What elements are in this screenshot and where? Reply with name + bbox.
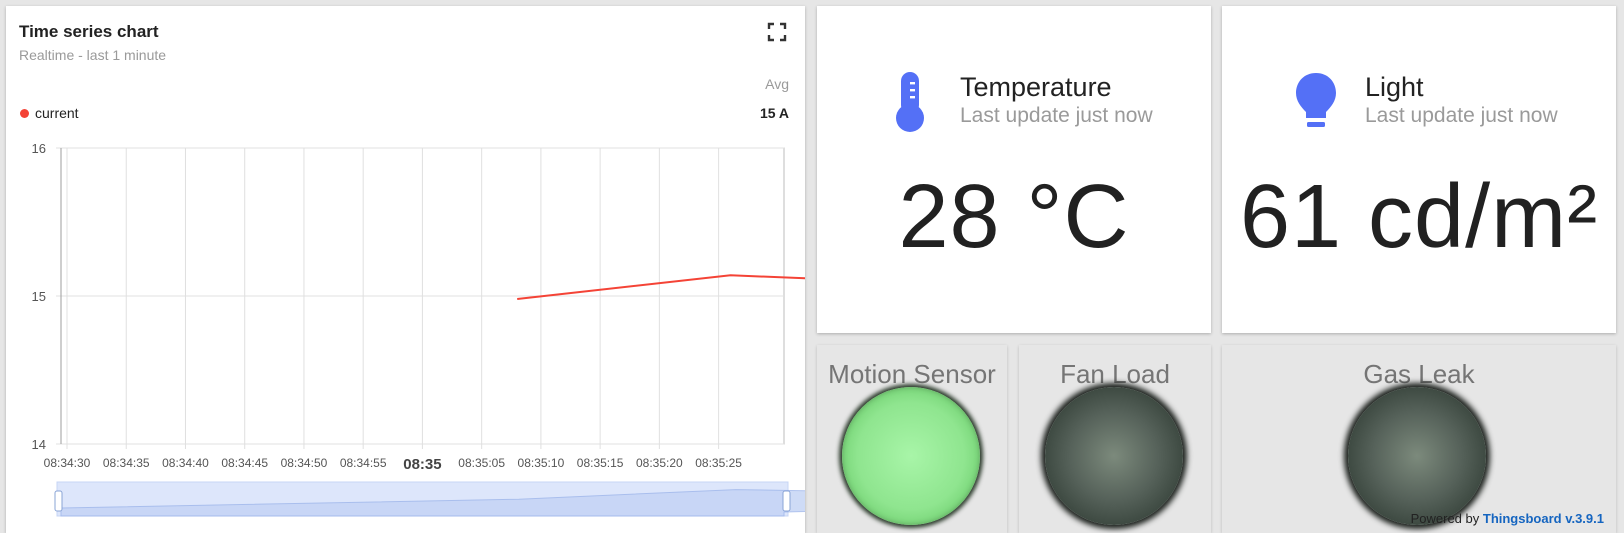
powered-by-footer: Powered by Thingsboard v.3.9.1 bbox=[1411, 511, 1604, 526]
lightbulb-icon bbox=[1294, 70, 1338, 139]
light-value: 61 cd/m² bbox=[1239, 167, 1599, 267]
y-tick-label: 16 bbox=[32, 141, 46, 156]
thingsboard-link[interactable]: Thingsboard v.3.9.1 bbox=[1483, 511, 1604, 526]
x-tick-label: 08:35:10 bbox=[518, 456, 565, 470]
y-tick-label: 15 bbox=[32, 289, 46, 304]
gas-leak-card: Gas Leak bbox=[1222, 345, 1616, 533]
light-card: Light Last update just now 61 cd/m² bbox=[1222, 6, 1616, 333]
temperature-title: Temperature bbox=[960, 72, 1112, 102]
x-tick-label: 08:34:50 bbox=[281, 456, 328, 470]
x-tick-label: 08:35:20 bbox=[636, 456, 683, 470]
time-series-chart-widget: Time series chart Realtime - last 1 minu… bbox=[6, 6, 805, 533]
temperature-card: Temperature Last update just now 28 °C bbox=[817, 6, 1211, 333]
led-title: Motion Sensor bbox=[828, 359, 996, 389]
gas-leak-led[interactable] bbox=[1348, 387, 1486, 525]
x-tick-label: 08:35:15 bbox=[577, 456, 624, 470]
temperature-value: 28 °C bbox=[898, 167, 1130, 267]
motion-sensor-card: Motion Sensor bbox=[817, 345, 1007, 533]
x-tick-label: 08:35:25 bbox=[695, 456, 742, 470]
temperature-last-update: Last update just now bbox=[960, 104, 1153, 127]
thermometer-icon bbox=[893, 70, 927, 139]
fan-load-led[interactable] bbox=[1045, 387, 1183, 525]
zoom-handle-right[interactable] bbox=[782, 490, 791, 512]
led-title: Fan Load bbox=[1060, 359, 1170, 389]
led-title: Gas Leak bbox=[1363, 359, 1475, 389]
x-tick-label: 08:34:40 bbox=[162, 456, 209, 470]
light-last-update: Last update just now bbox=[1365, 104, 1558, 127]
x-tick-label: 08:34:30 bbox=[44, 456, 91, 470]
line-chart[interactable]: 14 15 16 08:34:30 08:34:35 08:34:40 08:34:45 08… bbox=[6, 6, 805, 533]
x-tick-label: 08:34:55 bbox=[340, 456, 387, 470]
x-tick-label: 08:35:05 bbox=[458, 456, 505, 470]
zoom-handle-left[interactable] bbox=[54, 490, 63, 512]
x-tick-label: 08:34:45 bbox=[221, 456, 268, 470]
y-tick-label: 14 bbox=[32, 437, 46, 452]
motion-sensor-led[interactable] bbox=[842, 387, 980, 525]
x-tick-label: 08:35 bbox=[403, 456, 441, 473]
fan-load-card: Fan Load bbox=[1019, 345, 1211, 533]
powered-by-text: Powered by bbox=[1410, 511, 1480, 526]
series-line-current bbox=[517, 274, 805, 300]
light-title: Light bbox=[1365, 72, 1424, 102]
x-tick-label: 08:34:35 bbox=[103, 456, 150, 470]
